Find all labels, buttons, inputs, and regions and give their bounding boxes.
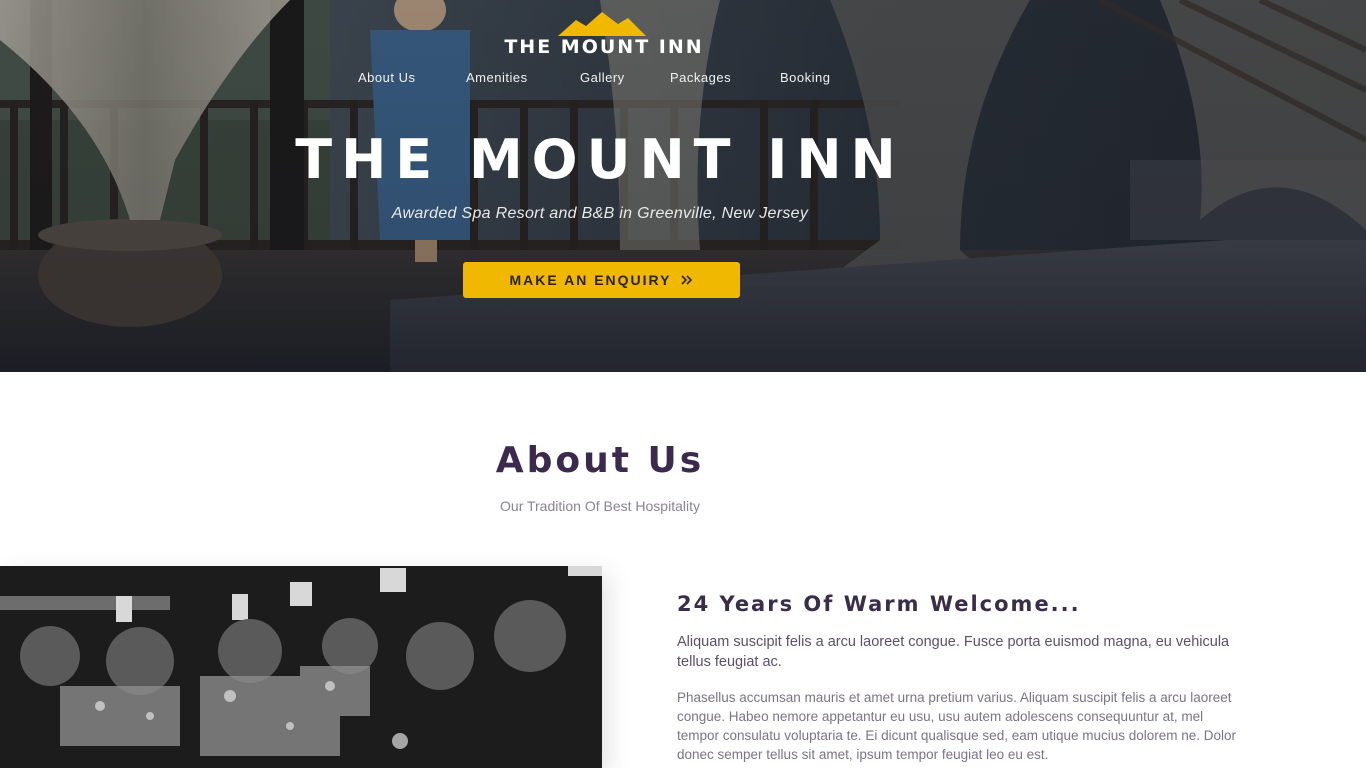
hero-section: THE MOUNT INN About Us Amenities Gallery…: [0, 0, 1366, 372]
logo-text: THE MOUNT INN: [504, 36, 704, 58]
hero-title: THE MOUNT INN: [295, 128, 905, 191]
mountain-logo-icon: [558, 12, 646, 36]
cta-label: MAKE AN ENQUIRY: [509, 272, 672, 288]
restaurant-photo-image: [0, 566, 602, 768]
hero-subtitle: Awarded Spa Resort and B&B in Greenville…: [391, 205, 809, 222]
nav-item-packages[interactable]: Packages: [670, 70, 731, 85]
main-nav: About Us Amenities Gallery Packages Book…: [340, 70, 870, 90]
about-lead-paragraph: Aliquam suscipit felis a arcu laoreet co…: [677, 634, 1230, 670]
nav-item-amenities[interactable]: Amenities: [466, 70, 528, 85]
about-subtitle: Our Tradition Of Best Hospitality: [500, 498, 700, 514]
double-chevron-right-icon: [681, 275, 693, 285]
restaurant-photo: [0, 566, 602, 768]
nav-item-gallery[interactable]: Gallery: [580, 70, 625, 85]
site-logo[interactable]: THE MOUNT INN: [494, 8, 714, 58]
nav-item-about-us[interactable]: About Us: [358, 70, 415, 85]
about-text-column: 24 Years Of Warm Welcome... Aliquam susc…: [677, 592, 1247, 764]
years-heading: 24 Years Of Warm Welcome...: [677, 592, 1081, 616]
make-enquiry-button[interactable]: MAKE AN ENQUIRY: [463, 262, 740, 298]
nav-item-booking[interactable]: Booking: [780, 70, 830, 85]
about-title: About Us: [495, 440, 705, 481]
about-body-paragraph: Phasellus accumsan mauris et amet urna p…: [677, 690, 1237, 762]
